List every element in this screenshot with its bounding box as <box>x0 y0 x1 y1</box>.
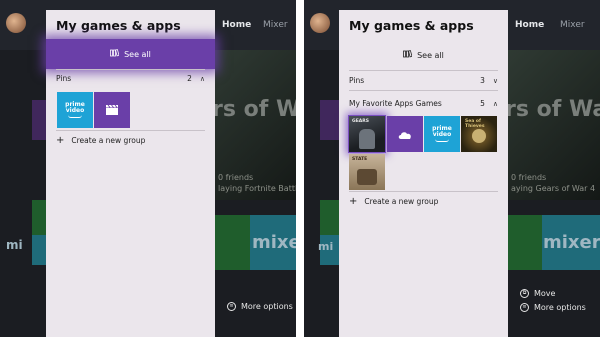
menu-button-icon: ≡ <box>520 303 529 312</box>
avatar[interactable] <box>310 13 330 33</box>
group-count: 5 <box>480 99 485 108</box>
friends-count: 0 friends <box>511 173 547 182</box>
group-label: Pins <box>56 74 72 83</box>
create-group-label: Create a new group <box>71 136 146 145</box>
dashboard-tile[interactable] <box>320 100 339 140</box>
see-all-label: See all <box>417 50 444 60</box>
plus-icon: + <box>349 195 358 207</box>
create-group-label: Create a new group <box>364 197 439 206</box>
move-hint[interactable]: ⧉ Move <box>520 289 555 298</box>
group-row-pins[interactable]: Pins 3 ∨ <box>349 76 498 85</box>
prime-video-tile[interactable]: prime video <box>57 92 93 128</box>
stage: Home Mixer rs of War 0 friends laying Fo… <box>0 0 600 337</box>
dashboard-tile[interactable] <box>32 200 46 235</box>
nav-home[interactable]: Home <box>222 20 251 30</box>
nav-mixer[interactable]: Mixer <box>560 20 585 30</box>
screen-left: Home Mixer rs of War 0 friends laying Fo… <box>0 0 300 337</box>
view-button-icon: ⧉ <box>520 289 529 298</box>
friends-activity: aying Gears of War 4 <box>511 184 596 193</box>
plus-icon: + <box>56 134 65 146</box>
nav-mixer[interactable]: Mixer <box>263 20 288 30</box>
divider <box>349 70 498 71</box>
smile-icon <box>435 139 449 142</box>
divider <box>349 191 498 192</box>
panel-title: My games & apps <box>349 18 474 33</box>
prime-video-tile[interactable]: prime video <box>424 116 460 152</box>
chevron-up-icon: ∧ <box>199 74 205 83</box>
see-all-label: See all <box>124 49 151 59</box>
group-count: 2 <box>187 74 192 83</box>
screen-right: Home Mixer rs of War 0 friends aying Gea… <box>300 0 600 337</box>
library-icon <box>403 50 413 60</box>
friends-activity: laying Fortnite Battle <box>218 184 300 193</box>
menu-button-icon: ≡ <box>227 302 236 311</box>
group-row-favorites[interactable]: My Favorite Apps Games 5 ∧ <box>349 99 498 108</box>
more-options-label: More options <box>534 303 586 312</box>
tile-text: video <box>432 131 452 138</box>
more-options-hint[interactable]: ≡ More options <box>520 303 586 312</box>
divider <box>56 130 205 131</box>
chevron-up-icon: ∧ <box>492 99 498 108</box>
tile-text: Sea of Thieves <box>465 119 485 129</box>
guide-panel: My games & apps See all Pins 2 ∧ prime v… <box>46 10 215 337</box>
guide-panel: My games & apps See all Pins 3 ∨ My Favo… <box>339 10 508 337</box>
gears-of-war-tile[interactable]: GEARS <box>349 116 385 152</box>
cloud-icon <box>397 125 413 144</box>
divider <box>56 69 205 70</box>
library-icon <box>110 49 120 59</box>
mixer-tile-text: mi <box>6 238 23 252</box>
avatar[interactable] <box>6 13 26 33</box>
state-of-decay-tile[interactable]: STATE <box>349 154 385 190</box>
mixer-tile-text: mi <box>318 240 334 253</box>
clapperboard-icon <box>105 101 119 120</box>
dashboard-tile[interactable] <box>32 100 46 140</box>
nav-home[interactable]: Home <box>515 20 544 30</box>
hero-title: rs of War <box>212 97 300 122</box>
see-all-button[interactable]: See all <box>46 39 215 69</box>
movies-tv-tile[interactable] <box>94 92 130 128</box>
split-divider <box>296 0 304 337</box>
see-all-button[interactable]: See all <box>339 40 508 70</box>
divider <box>349 90 498 91</box>
game-art <box>359 129 375 149</box>
dashboard-tile[interactable] <box>215 215 250 270</box>
friends-count: 0 friends <box>218 173 254 182</box>
create-group-button[interactable]: + Create a new group <box>56 134 146 146</box>
panel-title: My games & apps <box>56 18 181 33</box>
hero-title: rs of War <box>505 97 600 122</box>
tile-text: STATE <box>352 157 368 162</box>
mixer-tile-text-large: mixer <box>543 232 600 253</box>
tile-text: video <box>65 107 85 114</box>
chevron-down-icon: ∨ <box>492 76 498 85</box>
dashboard-tile[interactable] <box>320 200 339 235</box>
group-label: Pins <box>349 76 365 85</box>
move-label: Move <box>534 289 556 298</box>
dashboard-tile[interactable] <box>508 215 542 270</box>
tile-text: GEARS <box>352 119 369 124</box>
dashboard-tile[interactable] <box>32 235 46 265</box>
smile-icon <box>68 115 82 118</box>
group-count: 3 <box>480 76 485 85</box>
onedrive-tile[interactable] <box>387 116 423 152</box>
more-options-hint[interactable]: ≡ More options <box>227 302 293 311</box>
more-options-label: More options <box>241 302 293 311</box>
group-label: My Favorite Apps Games <box>349 99 442 108</box>
game-art <box>357 169 377 185</box>
sea-of-thieves-tile[interactable]: Sea of Thieves <box>461 116 497 152</box>
create-group-button[interactable]: + Create a new group <box>349 195 439 207</box>
skull-icon <box>472 129 486 143</box>
group-row-pins[interactable]: Pins 2 ∧ <box>56 74 205 83</box>
mixer-tile-text-large: mixer <box>252 232 300 253</box>
